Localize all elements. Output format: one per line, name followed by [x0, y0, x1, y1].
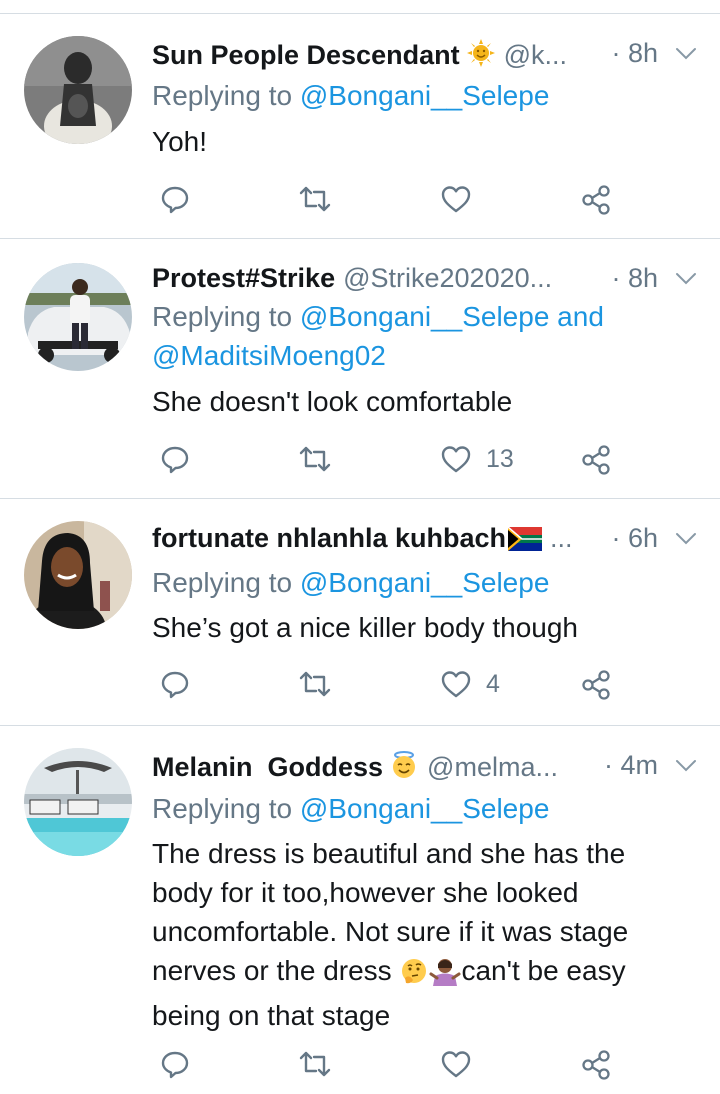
like-button[interactable]: 4	[440, 669, 500, 699]
retweet-button[interactable]	[298, 184, 332, 214]
chevron-down-icon[interactable]	[672, 40, 700, 68]
tweet-header: fortunate nhlanhla kuhbach... · 6h	[152, 521, 700, 561]
retweet-icon	[299, 1051, 331, 1077]
reply-icon	[161, 186, 189, 214]
tweet-text: Yoh!	[152, 126, 208, 157]
tweet-4[interactable]: Melanin Goddess @melma... · 4m Replying t…	[0, 726, 720, 1094]
retweet-icon	[299, 446, 331, 472]
chevron-down-icon[interactable]	[672, 752, 700, 780]
tweet-header: Protest#Strike @Strike202020... · 8h	[152, 261, 700, 301]
like-count: 13	[486, 444, 514, 473]
tweet-text: She’s got a nice killer body though	[152, 612, 578, 643]
tweet-header: Sun People Descendant @k... · 8h	[152, 36, 700, 76]
share-icon	[582, 185, 610, 215]
share-button[interactable]	[580, 669, 612, 701]
user-handle[interactable]: @k...	[504, 40, 567, 70]
tweet-text: The dress is beautiful and she has the b…	[152, 838, 629, 1031]
sun-face-emoji	[466, 38, 496, 75]
mention-link[interactable]: @Bongani__Selepe	[300, 301, 550, 332]
display-name[interactable]: Protest#Strike	[152, 263, 335, 293]
tweet-1[interactable]: Sun People Descendant @k... · 8h Replying…	[0, 14, 720, 239]
avatar[interactable]	[24, 521, 132, 629]
tweet-text: She doesn't look comfortable	[152, 386, 513, 417]
share-button[interactable]	[580, 1049, 612, 1081]
share-button[interactable]	[580, 444, 612, 476]
tweet-2[interactable]: Protest#Strike @Strike202020... · 8h Repl…	[0, 239, 720, 499]
timestamp[interactable]: · 8h	[611, 263, 658, 294]
reply-button[interactable]	[160, 184, 190, 214]
retweet-icon	[299, 671, 331, 697]
avatar[interactable]	[24, 36, 132, 144]
replying-to: Replying to @Bongani__Selepe	[152, 567, 550, 598]
chevron-down-icon[interactable]	[672, 525, 700, 553]
reply-button[interactable]	[160, 444, 190, 474]
chevron-down-icon[interactable]	[672, 265, 700, 293]
heart-icon	[441, 671, 471, 698]
thinking-face-emoji	[399, 956, 429, 996]
reply-icon	[161, 1051, 189, 1079]
share-icon	[582, 445, 610, 475]
replying-to: Replying to @Bongani__Selepe	[152, 80, 550, 111]
smiling-face-with-halo-emoji	[389, 750, 419, 787]
reply-button[interactable]	[160, 669, 190, 699]
mention-link[interactable]: @Bongani__Selepe	[300, 567, 550, 598]
display-name[interactable]: Sun People Descendant	[152, 40, 460, 70]
like-button[interactable]: 13	[440, 444, 514, 474]
share-icon	[582, 1050, 610, 1080]
reply-icon	[161, 446, 189, 474]
mention-link[interactable]: @Bongani__Selepe	[300, 80, 550, 111]
user-handle[interactable]: @melma...	[427, 752, 558, 782]
top-divider	[0, 0, 720, 14]
mention-link-and: and	[557, 301, 604, 332]
heart-icon	[441, 446, 471, 473]
retweet-button[interactable]	[298, 444, 332, 474]
heart-icon	[441, 186, 471, 213]
display-name[interactable]: fortunate nhlanhla kuhbach	[152, 523, 506, 553]
heart-icon	[441, 1051, 471, 1078]
share-icon	[582, 670, 610, 700]
timestamp[interactable]: · 6h	[611, 523, 658, 554]
retweet-button[interactable]	[298, 1049, 332, 1079]
person-shrugging-emoji	[429, 956, 461, 996]
reply-icon	[161, 671, 189, 699]
tweet-header: Melanin Goddess @melma... · 4m	[152, 748, 700, 788]
user-handle[interactable]: @Strike202020...	[343, 263, 552, 293]
retweet-button[interactable]	[298, 669, 332, 699]
south-africa-flag-emoji	[507, 526, 543, 558]
like-button[interactable]	[440, 1049, 486, 1079]
reply-button[interactable]	[160, 1049, 190, 1079]
avatar[interactable]	[24, 748, 132, 856]
share-button[interactable]	[580, 184, 612, 216]
display-name[interactable]: Melanin Goddess	[152, 752, 383, 782]
mention-link[interactable]: @MaditsiMoeng02	[152, 340, 386, 371]
user-handle[interactable]: ...	[550, 523, 573, 553]
timestamp[interactable]: · 8h	[611, 38, 658, 69]
timestamp[interactable]: · 4m	[604, 750, 658, 781]
avatar[interactable]	[24, 263, 132, 371]
replying-to: Replying to @Bongani__Selepe	[152, 793, 550, 824]
retweet-icon	[299, 186, 331, 212]
replying-to: Replying to @Bongani__Selepe and @Madits…	[152, 301, 604, 371]
like-count: 4	[486, 669, 500, 698]
tweet-3[interactable]: fortunate nhlanhla kuhbach... · 6h Reply…	[0, 499, 720, 726]
mention-link[interactable]: @Bongani__Selepe	[300, 793, 550, 824]
like-button[interactable]	[440, 184, 486, 214]
